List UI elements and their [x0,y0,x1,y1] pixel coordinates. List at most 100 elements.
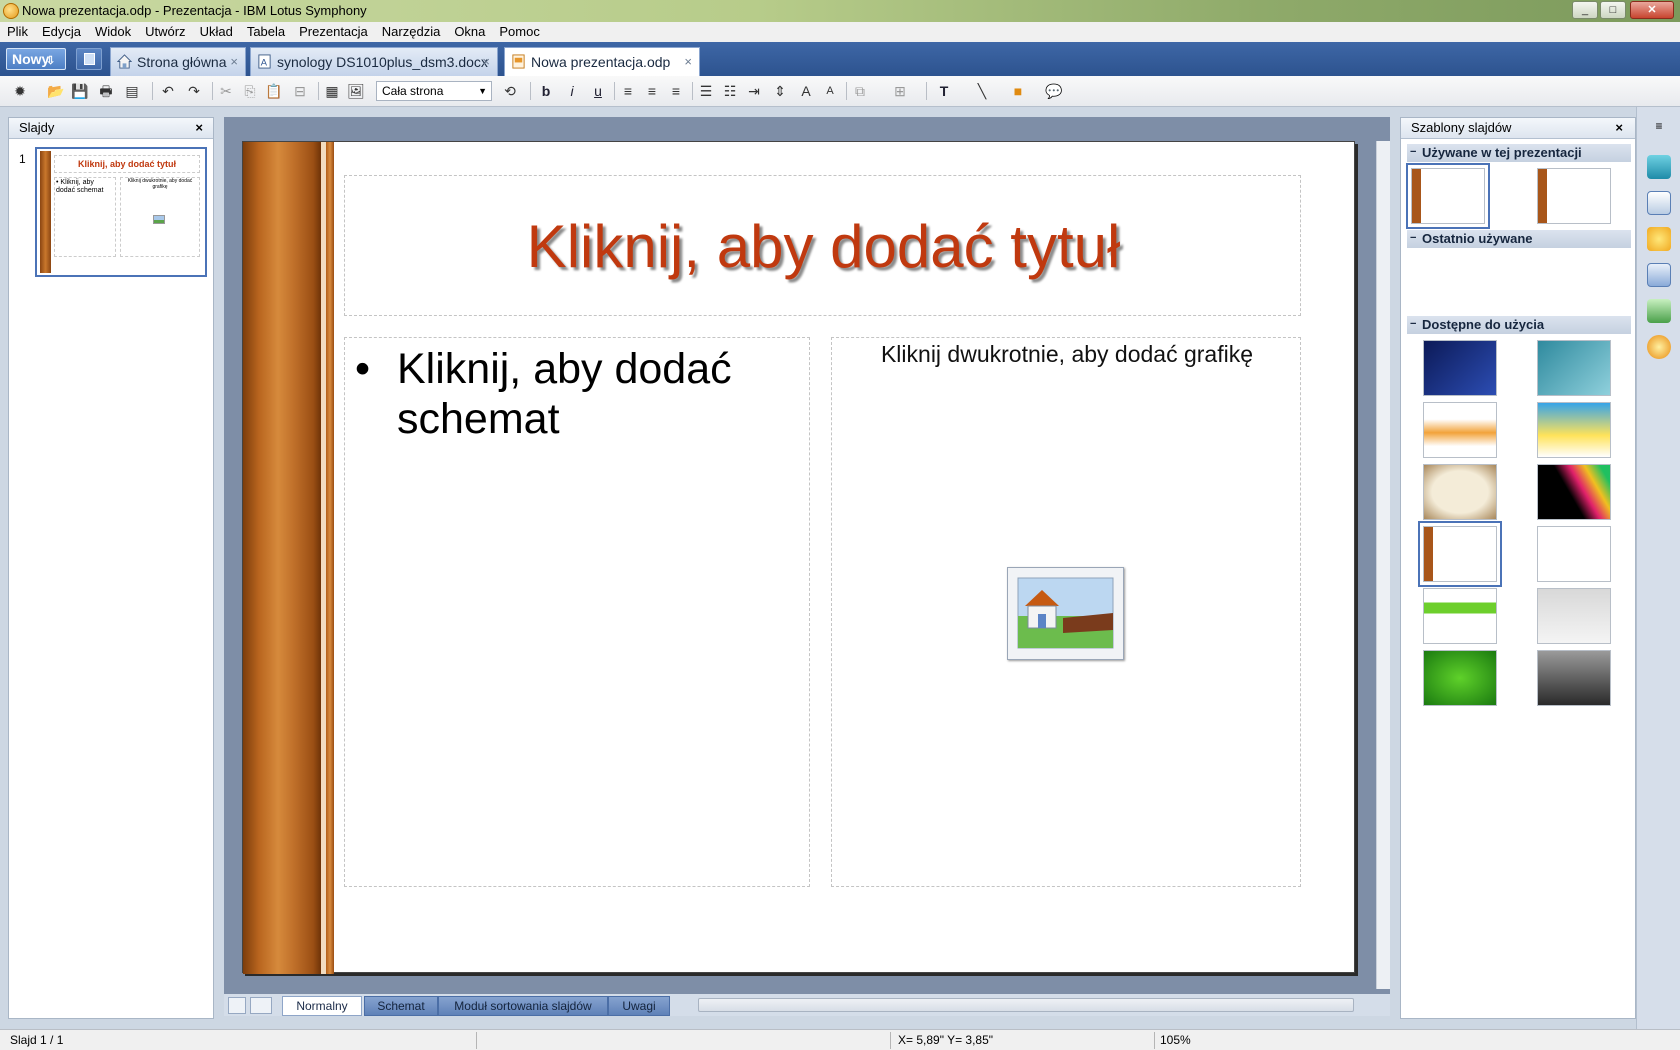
new-document-icon[interactable]: ✹ [10,81,30,101]
section-available[interactable]: Dostępne do użycia [1407,316,1631,334]
slide-thumbnail[interactable]: Kliknij, aby dodać tytuł • Kliknij, aby … [35,147,207,277]
menu-widok[interactable]: Widok [88,22,138,42]
pdf-export-icon[interactable]: ▤ [122,81,142,101]
section-recent[interactable]: Ostatnio używane [1407,230,1631,248]
template-thumb[interactable] [1423,650,1497,706]
menu-narzedzia[interactable]: Narzędzia [375,22,448,42]
templates-panel-header: Szablony slajdów × [1401,118,1635,139]
template-thumb[interactable] [1537,340,1611,396]
properties-icon[interactable] [1647,155,1671,179]
template-thumb-selected[interactable] [1418,521,1502,587]
indent-icon[interactable]: ⇥ [744,81,764,101]
grow-font-icon[interactable]: A [796,81,816,101]
menu-uklad[interactable]: Układ [193,22,240,42]
bold-button[interactable]: b [536,81,556,101]
template-thumb[interactable] [1423,588,1497,644]
template-thumb[interactable] [1537,650,1611,706]
italic-button[interactable]: i [562,81,582,101]
wood-bar [326,142,334,974]
redo-icon[interactable]: ↷ [184,81,204,101]
navigator-icon[interactable] [1647,335,1671,359]
template-thumb[interactable] [1537,464,1611,520]
close-tab-icon[interactable]: × [684,48,692,76]
animation-icon[interactable] [1647,299,1671,323]
tab-outline[interactable]: Schemat [364,996,438,1016]
zoom-select[interactable]: Cała strona ▼ [376,81,492,101]
template-thumb[interactable] [1423,402,1497,458]
vertical-scrollbar[interactable] [1376,141,1390,989]
align-center-icon[interactable]: ≡ [642,81,662,101]
align-left-icon[interactable]: ≡ [618,81,638,101]
new-dropdown-icon[interactable]: ⇩ [46,51,60,67]
star-icon[interactable] [1647,227,1671,251]
slide-templates-icon[interactable] [1647,191,1671,215]
layout-icon[interactable]: ⟲ [500,81,520,101]
tab-home[interactable]: Strona główna × [110,47,246,76]
body-placeholder[interactable]: • Kliknij, aby dodać schemat [344,337,810,887]
bullets-icon[interactable]: ☰ [696,81,716,101]
close-panel-icon[interactable]: × [1615,118,1623,138]
menu-utworz[interactable]: Utwórz [138,22,192,42]
close-tab-icon[interactable]: × [230,48,238,76]
title-placeholder[interactable]: Kliknij, aby dodać tytuł [344,175,1301,316]
minimize-button[interactable]: _ [1572,1,1598,19]
numbering-icon[interactable]: ☷ [720,81,740,101]
horizontal-scrollbar[interactable] [698,998,1354,1012]
template-thumb-used-2[interactable] [1537,168,1611,224]
section-used[interactable]: Używane w tej prezentacji [1407,144,1631,162]
transition-icon[interactable] [1647,263,1671,287]
sidebar-menu-icon[interactable]: ≡ [1647,119,1671,143]
close-panel-icon[interactable]: × [195,118,203,138]
window-switch-button[interactable] [76,48,102,70]
template-thumb[interactable] [1537,588,1611,644]
paste-icon[interactable]: 📋 [264,81,284,101]
line-icon[interactable]: ╲ [972,81,992,101]
zoom-level[interactable]: 105% [1160,1033,1191,1047]
tab-slide-sorter[interactable]: Moduł sortowania slajdów [438,996,608,1016]
add-slide-icon[interactable] [250,997,272,1014]
slide-layout-icon[interactable] [228,997,246,1014]
line-spacing-icon[interactable]: ⇕ [770,81,790,101]
undo-icon[interactable]: ↶ [158,81,178,101]
close-window-button[interactable]: ✕ [1630,1,1674,19]
menu-tabela[interactable]: Tabela [240,22,292,42]
save-icon[interactable]: 💾 [70,81,90,101]
new-button[interactable]: Nowy ⇩ [6,48,66,70]
shape-icon[interactable]: ■ [1008,81,1028,101]
sidebar-icons: ≡ [1636,107,1680,1029]
picture-placeholder[interactable]: Kliknij dwukrotnie, aby dodać grafikę [831,337,1301,887]
tab-presentation[interactable]: Nowa prezentacja.odp × [504,47,700,76]
close-tab-icon[interactable]: × [482,48,490,76]
template-thumb[interactable] [1537,526,1611,582]
template-thumb[interactable] [1423,340,1497,396]
image-icon[interactable]: 🖼 [346,81,366,101]
menu-plik[interactable]: Plik [0,22,35,42]
table-icon[interactable]: ▦ [322,81,342,101]
shrink-font-icon[interactable]: A [820,81,840,101]
template-thumb[interactable] [1537,402,1611,458]
menu-pomoc[interactable]: Pomoc [492,22,546,42]
menu-prezentacja[interactable]: Prezentacja [292,22,375,42]
align-right-icon[interactable]: ≡ [666,81,686,101]
underline-button[interactable]: u [588,81,608,101]
tab-normal[interactable]: Normalny [282,996,362,1016]
arrange-icon[interactable]: ⧉ [850,81,870,101]
callout-icon[interactable]: 💬 [1044,81,1064,101]
text-box-icon[interactable]: T [934,81,954,101]
template-thumb[interactable] [1423,464,1497,520]
new-button-label: Nowy [12,51,50,67]
menu-okna[interactable]: Okna [447,22,492,42]
tab-docx[interactable]: A synology DS1010plus_dsm3.docx × [250,47,498,76]
slide-canvas[interactable]: Kliknij, aby dodać tytuł • Kliknij, aby … [242,141,1355,974]
copy-icon[interactable]: ⎘ [240,81,260,101]
open-icon[interactable]: 📂 [46,81,66,101]
align-objects-icon[interactable]: ⊞ [890,81,910,101]
template-thumb-used-1[interactable] [1406,163,1490,229]
insert-picture-icon[interactable] [1007,567,1124,660]
print-icon[interactable]: 🖶 [96,81,116,101]
menu-edycja[interactable]: Edycja [35,22,88,42]
tab-notes[interactable]: Uwagi [608,996,670,1016]
maximize-button[interactable]: □ [1600,1,1626,19]
cut-icon[interactable]: ✂ [216,81,236,101]
format-paint-icon[interactable]: ⊟ [290,81,310,101]
